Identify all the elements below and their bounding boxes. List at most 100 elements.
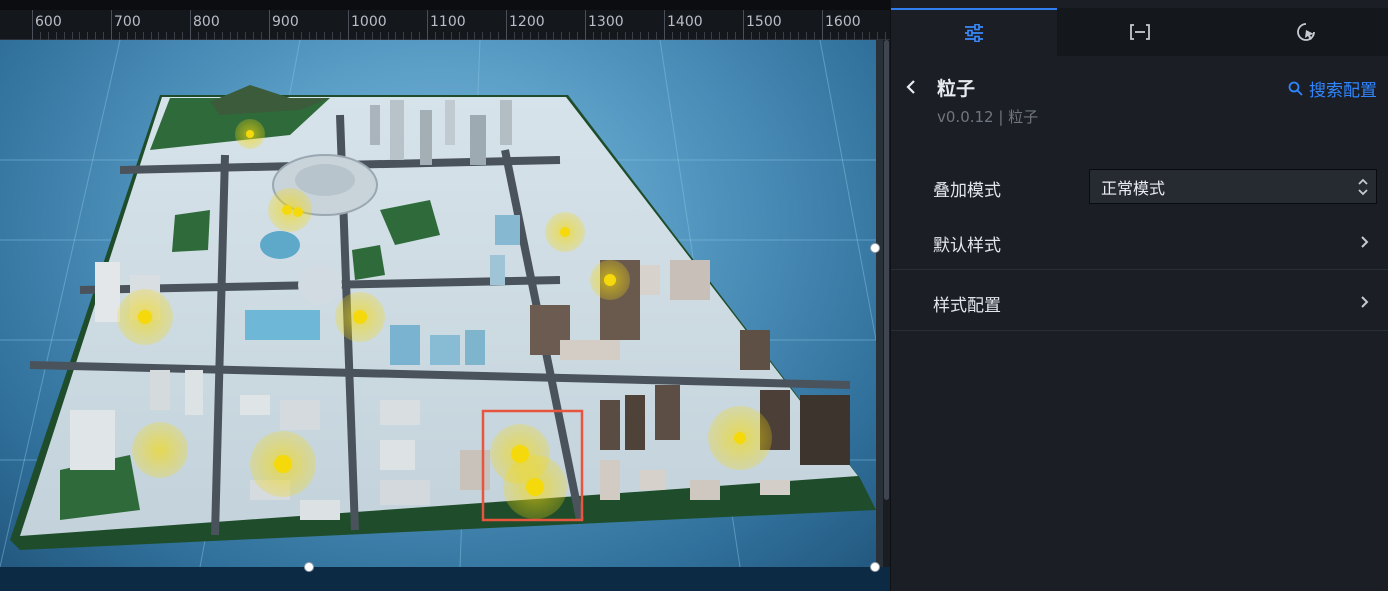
ruler-major-tick	[427, 10, 428, 40]
editor-canvas[interactable]: 600 700 800 900 1000 1100 1200 1300 1400 1500 1600	[0, 0, 890, 591]
ruler-minor-tick	[845, 32, 847, 40]
ruler-minor-tick	[648, 32, 650, 40]
ruler-minor-tick	[340, 32, 342, 40]
ruler-minor-tick	[750, 32, 752, 40]
search-config-button[interactable]: 搜索配置	[1288, 76, 1377, 101]
ruler-major-tick	[585, 10, 586, 40]
ruler-major-tick	[111, 10, 112, 40]
ruler-minor-tick	[182, 32, 184, 40]
ruler-minor-tick	[324, 32, 326, 40]
interaction-icon	[1297, 23, 1315, 41]
ruler-major-tick	[664, 10, 665, 40]
default-style-row[interactable]: 默认样式	[891, 218, 1388, 270]
ruler-minor-tick	[513, 32, 515, 40]
ruler-label: 700	[114, 14, 141, 30]
ruler-minor-tick	[434, 32, 436, 40]
blend-mode-row: 叠加模式 正常模式	[891, 166, 1388, 210]
ruler-minor-tick	[529, 32, 531, 40]
ruler-minor-tick	[482, 32, 484, 40]
default-style-label: 默认样式	[933, 236, 1001, 256]
ruler-label: 800	[193, 14, 220, 30]
ruler-major-tick	[506, 10, 507, 40]
ruler-minor-tick	[71, 32, 73, 40]
ruler-minor-tick	[95, 32, 97, 40]
scrollbar-thumb[interactable]	[884, 40, 889, 500]
ruler-minor-tick	[869, 32, 871, 40]
ruler-minor-tick	[355, 32, 357, 40]
resize-handle-bottom[interactable]	[304, 562, 314, 572]
ruler-minor-tick	[379, 32, 381, 40]
ruler-minor-tick	[774, 32, 776, 40]
ruler-minor-tick	[292, 32, 294, 40]
ruler-minor-tick	[537, 32, 539, 40]
ruler-minor-tick	[766, 32, 768, 40]
top-edge	[0, 0, 890, 10]
ruler-minor-tick	[450, 32, 452, 40]
scene-viewport[interactable]	[0, 40, 876, 567]
ruler-minor-tick	[87, 32, 89, 40]
config-panel: 粒子 v0.0.12 | 粒子 搜索配置 叠加模式 正常模式 默认样式 样式配置	[890, 0, 1388, 591]
select-arrows-icon	[1358, 178, 1368, 196]
component-title: 粒子	[937, 78, 976, 100]
blend-mode-select[interactable]: 正常模式	[1089, 169, 1377, 204]
ruler-minor-tick	[703, 32, 705, 40]
ruler-minor-tick	[727, 32, 729, 40]
ruler-minor-tick	[600, 32, 602, 40]
blend-mode-value: 正常模式	[1101, 178, 1166, 198]
ruler-minor-tick	[134, 32, 136, 40]
component-header: 粒子 v0.0.12 | 粒子 搜索配置	[891, 68, 1388, 138]
ruler-minor-tick	[371, 32, 373, 40]
ruler-major-tick	[269, 10, 270, 40]
ruler-minor-tick	[395, 32, 397, 40]
viewport-bottom	[0, 567, 890, 591]
ruler-label: 900	[272, 14, 299, 30]
resize-handle-right[interactable]	[870, 243, 880, 253]
resize-handle-corner[interactable]	[870, 562, 880, 572]
ruler-minor-tick	[166, 32, 168, 40]
ruler-minor-tick	[126, 32, 128, 40]
ruler-minor-tick	[782, 32, 784, 40]
city-3d-scene[interactable]	[0, 40, 876, 567]
chevron-right-icon	[1361, 296, 1369, 308]
ruler-minor-tick	[719, 32, 721, 40]
ruler-minor-tick	[569, 32, 571, 40]
chevron-left-icon	[906, 80, 915, 94]
ruler-major-tick	[743, 10, 744, 40]
ruler-minor-tick	[197, 32, 199, 40]
ruler-minor-tick	[861, 32, 863, 40]
tab-style[interactable]	[891, 8, 1057, 56]
blend-mode-label: 叠加模式	[933, 181, 1001, 201]
style-config-row[interactable]: 样式配置	[891, 271, 1388, 331]
ruler-minor-tick	[632, 32, 634, 40]
ruler-minor-tick	[79, 32, 81, 40]
ruler-label: 600	[35, 14, 62, 30]
ruler-label: 1300	[588, 14, 624, 30]
ruler-minor-tick	[829, 32, 831, 40]
ruler-minor-tick	[332, 32, 334, 40]
ruler-minor-tick	[142, 32, 144, 40]
ruler-minor-tick	[308, 32, 310, 40]
ruler-minor-tick	[679, 32, 681, 40]
ruler-minor-tick	[616, 32, 618, 40]
vertical-scrollbar[interactable]	[883, 40, 890, 567]
ruler-minor-tick	[150, 32, 152, 40]
ruler-minor-tick	[735, 32, 737, 40]
ruler-minor-tick	[608, 32, 610, 40]
back-button[interactable]	[901, 76, 921, 98]
tab-data[interactable]	[1057, 8, 1223, 56]
ruler-minor-tick	[387, 32, 389, 40]
ruler-minor-tick	[403, 32, 405, 40]
ruler-minor-tick	[221, 32, 223, 40]
ruler-minor-tick	[276, 32, 278, 40]
tab-interaction[interactable]	[1223, 8, 1388, 56]
ruler-label: 1600	[825, 14, 861, 30]
ruler-minor-tick	[284, 32, 286, 40]
ruler-minor-tick	[640, 32, 642, 40]
ruler-minor-tick	[687, 32, 689, 40]
ruler-minor-tick	[442, 32, 444, 40]
ruler-major-tick	[190, 10, 191, 40]
ruler-minor-tick	[885, 32, 887, 40]
ruler-minor-tick	[853, 32, 855, 40]
ruler-minor-tick	[411, 32, 413, 40]
ruler-label: 1400	[667, 14, 703, 30]
